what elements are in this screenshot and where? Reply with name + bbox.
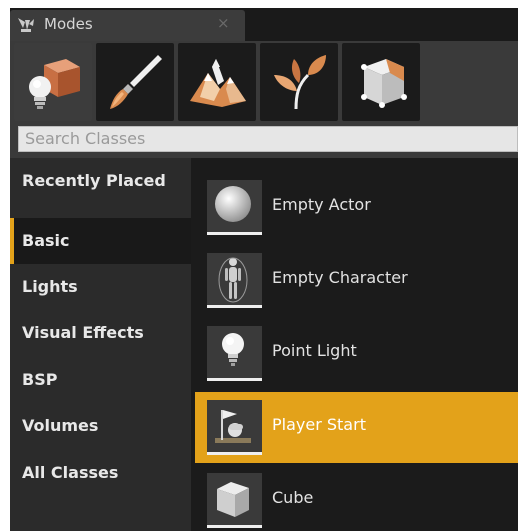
item-thumbnail	[207, 180, 262, 235]
geometry-mode-button[interactable]	[342, 43, 420, 121]
item-label: Point Light	[272, 341, 357, 360]
brush-icon	[110, 55, 162, 109]
item-point-light[interactable]: Point Light	[195, 318, 518, 389]
category-label: All Classes	[22, 463, 119, 482]
item-thumbnail	[207, 473, 262, 528]
item-player-start[interactable]: Player Start	[195, 392, 518, 463]
item-thumbnail	[207, 326, 262, 381]
modes-icon	[18, 18, 34, 32]
category-label: BSP	[22, 370, 58, 389]
close-icon[interactable]: ×	[217, 14, 230, 32]
class-list: Empty Actor Empty Character Point Light …	[191, 158, 518, 531]
mountains-icon	[190, 59, 246, 107]
foliage-mode-button[interactable]	[260, 43, 338, 121]
leaf-icon	[274, 55, 326, 110]
item-label: Empty Actor	[272, 195, 371, 214]
modes-panel: Modes × Search Classes Recently Placed B…	[10, 8, 518, 531]
search-row: Search Classes	[10, 123, 518, 158]
category-volumes[interactable]: Volumes	[10, 403, 191, 449]
category-label: Volumes	[22, 416, 99, 435]
item-thumbnail	[207, 253, 262, 308]
category-list: Recently Placed Basic Lights Visual Effe…	[10, 158, 191, 531]
lightbulb-icon	[222, 333, 244, 366]
search-input[interactable]: Search Classes	[18, 126, 518, 152]
category-bsp[interactable]: BSP	[10, 357, 191, 403]
landscape-mode-button[interactable]	[178, 43, 256, 121]
category-label: Basic	[22, 231, 70, 250]
item-cube[interactable]: Cube	[195, 465, 518, 531]
item-label: Player Start	[272, 415, 366, 434]
tab-modes[interactable]: Modes ×	[10, 10, 245, 41]
cube-bulb-icon	[29, 59, 80, 109]
flag-icon	[215, 410, 251, 443]
item-label: Cube	[272, 488, 314, 507]
category-label: Recently Placed	[22, 171, 166, 190]
category-visual-effects[interactable]: Visual Effects	[10, 310, 191, 356]
category-recently-placed[interactable]: Recently Placed	[10, 158, 191, 204]
item-thumbnail	[207, 400, 262, 455]
paint-mode-button[interactable]	[96, 43, 174, 121]
category-label: Lights	[22, 277, 78, 296]
item-label: Empty Character	[272, 268, 408, 287]
item-empty-character[interactable]: Empty Character	[195, 245, 518, 316]
category-lights[interactable]: Lights	[10, 264, 191, 310]
category-label: Visual Effects	[22, 323, 144, 342]
category-all-classes[interactable]: All Classes	[10, 450, 191, 496]
mannequin-icon	[218, 257, 248, 303]
item-empty-actor[interactable]: Empty Actor	[195, 172, 518, 243]
mode-toolbar	[10, 41, 518, 123]
cube-icon	[217, 482, 249, 517]
geometry-cube-icon	[361, 59, 407, 108]
tab-bar: Modes ×	[10, 8, 518, 41]
sphere-icon	[215, 186, 251, 222]
place-mode-button[interactable]	[14, 43, 92, 121]
category-basic[interactable]: Basic	[10, 218, 191, 264]
tab-title: Modes	[44, 15, 93, 33]
